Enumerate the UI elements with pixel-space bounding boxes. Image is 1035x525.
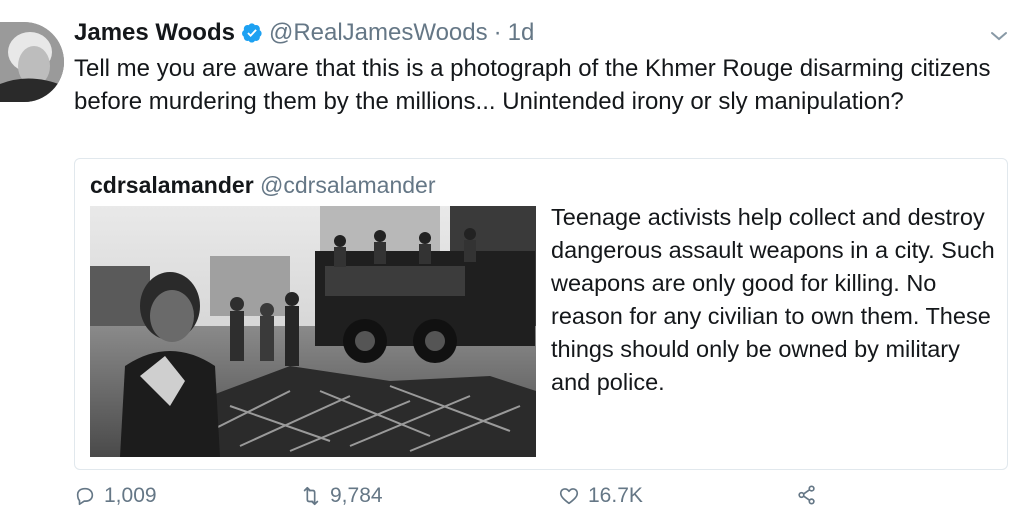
verified-badge-icon [241, 23, 262, 43]
author-avatar[interactable] [0, 22, 64, 102]
quoted-tweet-photo[interactable] [90, 206, 536, 457]
quoted-tweet-card[interactable]: cdrsalamander @cdrsalamander Teenage act… [74, 158, 1008, 470]
reply-button[interactable]: 1,009 [74, 484, 157, 508]
reply-icon [76, 487, 94, 506]
weapons-pile-photo-image [90, 206, 536, 457]
like-icon [559, 488, 579, 505]
avatar-portrait-image [0, 22, 64, 102]
tweet-header: James Woods @RealJamesWoods · 1d [74, 18, 534, 48]
retweet-count: 9,784 [330, 484, 383, 507]
share-icon [798, 485, 815, 505]
like-count: 16.7K [588, 484, 643, 507]
retweet-icon [303, 486, 319, 506]
tweet-actions-bar: 1,009 9,784 16.7K [74, 484, 974, 516]
author-handle[interactable]: @RealJamesWoods [269, 18, 488, 48]
header-separator: · [493, 19, 502, 46]
tweet-text: Tell me you are aware that this is a pho… [74, 55, 991, 115]
like-button[interactable]: 16.7K [558, 484, 643, 508]
reply-count: 1,009 [104, 484, 157, 507]
quoted-author-name: cdrsalamander [90, 172, 254, 198]
retweet-button[interactable]: 9,784 [300, 484, 383, 508]
tweet-timestamp[interactable]: 1d [508, 18, 535, 48]
quoted-tweet-header: cdrsalamander @cdrsalamander [90, 171, 436, 199]
quoted-author-handle: @cdrsalamander [260, 172, 436, 198]
share-button[interactable] [796, 484, 818, 506]
author-name[interactable]: James Woods [74, 18, 235, 48]
chevron-down-icon[interactable] [990, 30, 1008, 42]
quoted-tweet-text: Teenage activists help collect and destr… [551, 204, 995, 395]
